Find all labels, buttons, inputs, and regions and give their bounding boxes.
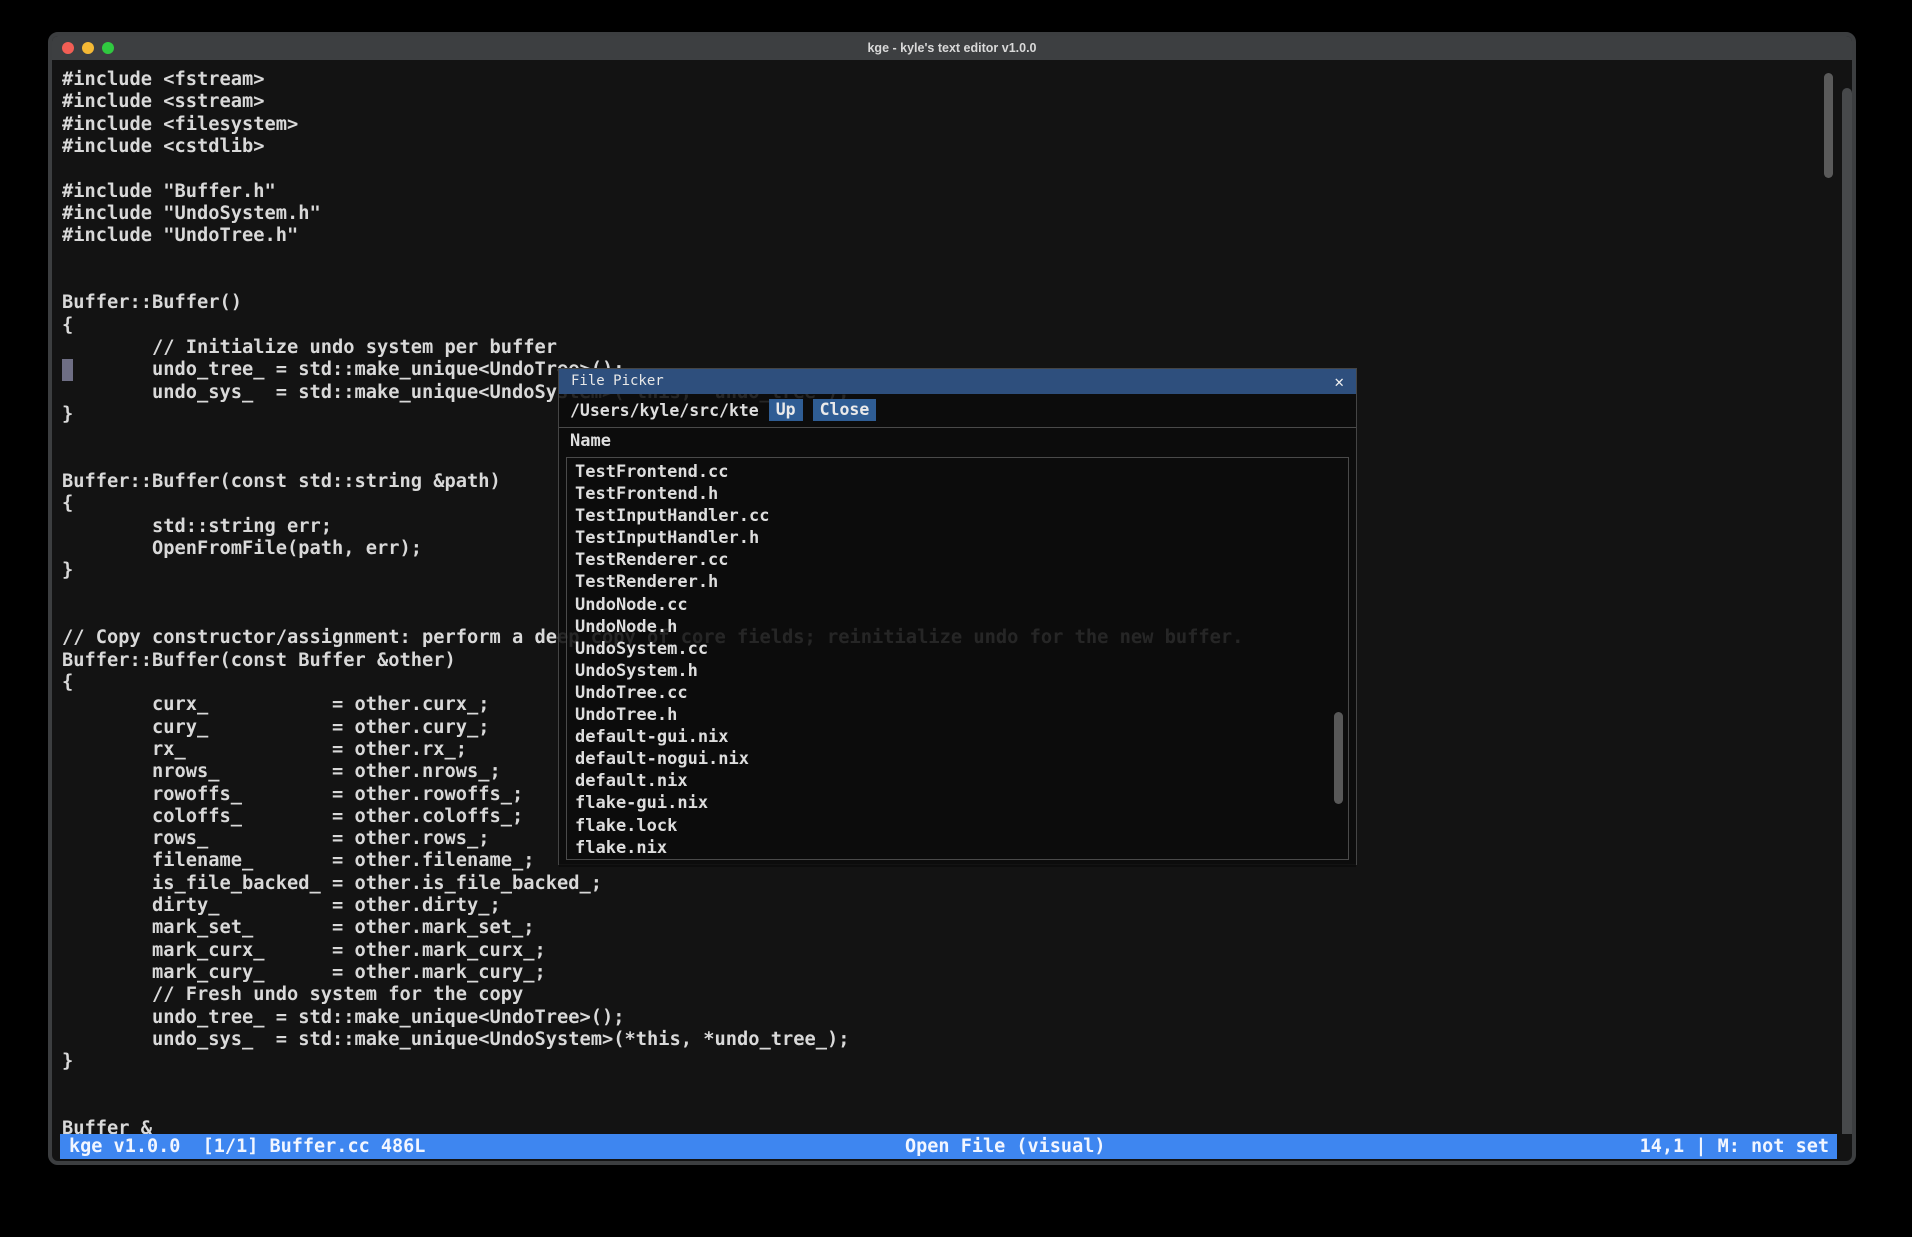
file-list-item[interactable]: TestFrontend.cc (567, 461, 1348, 483)
window-title: kge - kyle's text editor v1.0.0 (52, 36, 1852, 60)
status-bar: kge v1.0.0 [1/1] Buffer.cc 486L Open Fil… (60, 1134, 1837, 1159)
status-cursor-position: 14,1 | M: not set (1640, 1134, 1829, 1159)
dialog-title: File Picker (571, 369, 664, 394)
file-list-item[interactable]: flake-gui.nix (567, 792, 1348, 814)
file-list-item[interactable]: TestRenderer.h (567, 571, 1348, 593)
dialog-body: /Users/kyle/src/kte Up Close Name TestFr… (559, 394, 1356, 867)
up-button[interactable]: Up (769, 399, 803, 421)
current-path: /Users/kyle/src/kte (570, 401, 759, 420)
window-titlebar[interactable]: kge - kyle's text editor v1.0.0 (52, 36, 1852, 60)
window-scrollbar-track[interactable] (1842, 88, 1852, 1134)
status-mode: Open File (visual) (905, 1134, 1105, 1159)
file-list-item[interactable]: TestRenderer.cc (567, 549, 1348, 571)
file-list-item[interactable]: TestInputHandler.h (567, 527, 1348, 549)
file-list-item[interactable]: UndoTree.h (567, 704, 1348, 726)
status-version-file: kge v1.0.0 [1/1] Buffer.cc 486L (69, 1134, 425, 1159)
file-list-item[interactable]: TestFrontend.h (567, 483, 1348, 505)
close-icon[interactable]: ✕ (1334, 369, 1344, 394)
file-list-item[interactable]: TestInputHandler.cc (567, 505, 1348, 527)
file-list-item[interactable]: flake.nix (567, 837, 1348, 859)
file-list-scrollbar-thumb[interactable] (1334, 712, 1343, 804)
file-list-item[interactable]: default.nix (567, 770, 1348, 792)
file-list[interactable]: TestFrontend.ccTestFrontend.hTestInputHa… (566, 457, 1349, 860)
dialog-titlebar[interactable]: File Picker ✕ (559, 369, 1356, 394)
editor-scrollbar-thumb[interactable] (1824, 73, 1833, 178)
name-column-header: Name (559, 428, 1356, 455)
file-list-item[interactable]: flake.lock (567, 815, 1348, 837)
file-list-item[interactable]: UndoTree.cc (567, 682, 1348, 704)
file-list-item[interactable]: UndoSystem.h (567, 660, 1348, 682)
file-list-item[interactable]: UndoNode.cc (567, 594, 1348, 616)
path-toolbar: /Users/kyle/src/kte Up Close (559, 394, 1356, 428)
close-button[interactable]: Close (813, 399, 877, 421)
file-list-item[interactable]: default-gui.nix (567, 726, 1348, 748)
file-list-item[interactable]: UndoSystem.cc (567, 638, 1348, 660)
file-list-item[interactable]: default-nogui.nix (567, 748, 1348, 770)
file-picker-dialog: File Picker ✕ /Users/kyle/src/kte Up Clo… (558, 368, 1357, 865)
file-list-item[interactable]: UndoNode.h (567, 616, 1348, 638)
